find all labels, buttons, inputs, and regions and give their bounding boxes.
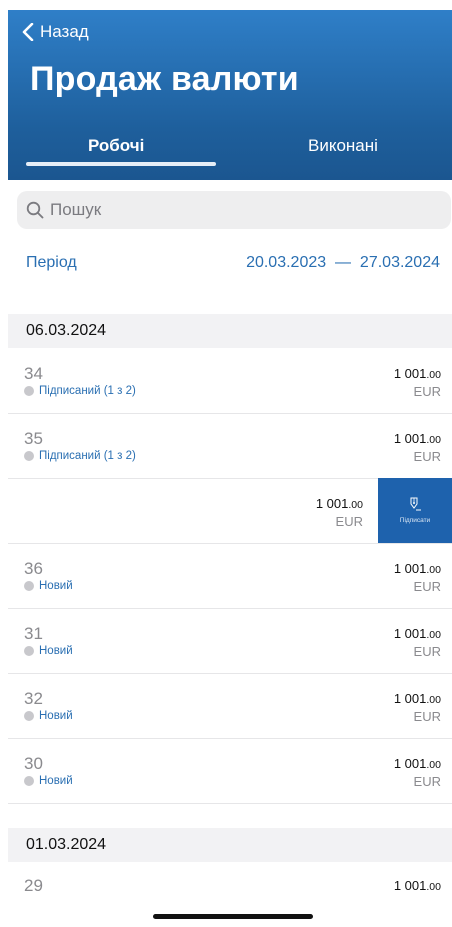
status-text: Новий: [39, 710, 73, 722]
list-item[interactable]: 30 Новий 1 001.00 EUR: [8, 738, 452, 804]
status-dot-icon: [24, 646, 34, 656]
item-currency: EUR: [413, 384, 441, 399]
amount-int: 1 001: [393, 561, 427, 576]
item-number: 34: [24, 364, 43, 383]
amount-dec: .00: [348, 499, 363, 511]
amount-int: 1 001: [393, 756, 427, 771]
item-currency: EUR: [413, 449, 441, 464]
page-title: Продаж валюти: [30, 60, 299, 98]
tab-indicator: [26, 162, 216, 166]
item-number: 29: [24, 876, 43, 895]
item-amount: 1 001.00: [394, 756, 441, 771]
item-currency: EUR: [413, 709, 441, 724]
section-date: 06.03.2024: [26, 322, 107, 339]
item-amount: 1 001.00: [394, 431, 441, 446]
item-status: Новий: [24, 580, 73, 592]
item-number: 35: [24, 429, 43, 448]
list-item[interactable]: 31 Новий 1 001.00 EUR: [8, 608, 452, 674]
status-dot-icon: [24, 451, 34, 461]
amount-int: 1 001: [393, 691, 427, 706]
item-number: 31: [24, 624, 43, 643]
list-item[interactable]: 36 Новий 1 001.00 EUR: [8, 543, 452, 609]
item-status: Новий: [24, 710, 73, 722]
amount-int: 1 001: [393, 366, 427, 381]
tab-completed[interactable]: Виконані: [308, 136, 378, 156]
status-text: Новий: [39, 645, 73, 657]
item-status: Підписаний (1 з 2): [24, 385, 136, 397]
pen-icon: [410, 497, 421, 511]
list-item-swiped[interactable]: 1 001.00 EUR Підписати: [8, 478, 452, 544]
home-indicator: [153, 914, 313, 919]
item-number: 36: [24, 559, 43, 578]
period-label[interactable]: Період: [26, 254, 77, 272]
sign-button[interactable]: Підписати: [378, 478, 452, 543]
search-input[interactable]: [48, 199, 432, 221]
amount-int: 1 001: [393, 626, 427, 641]
amount-dec: .00: [426, 759, 441, 771]
amount-dec: .00: [426, 694, 441, 706]
item-amount: 1 001.00: [316, 496, 363, 511]
item-currency: EUR: [413, 644, 441, 659]
status-text: Підписаний (1 з 2): [39, 385, 136, 397]
item-status: Новий: [24, 775, 73, 787]
item-status: Підписаний (1 з 2): [24, 450, 136, 462]
back-label: Назад: [40, 22, 89, 41]
item-currency: EUR: [413, 579, 441, 594]
section-date-header: 06.03.2024: [8, 314, 452, 348]
tab-working[interactable]: Робочі: [88, 136, 144, 156]
item-number: 30: [24, 754, 43, 773]
search-icon: [26, 201, 44, 219]
item-amount: 1 001.00: [394, 626, 441, 641]
status-dot-icon: [24, 711, 34, 721]
amount-dec: .00: [426, 434, 441, 446]
amount-int: 1 001: [315, 496, 349, 511]
item-amount: 1 001.00: [394, 561, 441, 576]
app-header: Назад Продаж валюти Робочі Виконані: [8, 10, 452, 180]
item-amount: 1 001.00: [394, 691, 441, 706]
item-status: Новий: [24, 645, 73, 657]
sign-label: Підписати: [399, 517, 431, 524]
amount-dec: .00: [426, 629, 441, 641]
amount-int: 1 001: [393, 431, 427, 446]
status-text: Підписаний (1 з 2): [39, 450, 136, 462]
amount-dec: .00: [426, 881, 441, 893]
item-currency: EUR: [413, 774, 441, 789]
item-number: 32: [24, 689, 43, 708]
status-text: Новий: [39, 775, 73, 787]
back-button[interactable]: Назад: [22, 22, 89, 42]
list-item[interactable]: 35 Підписаний (1 з 2) 1 001.00 EUR: [8, 413, 452, 479]
amount-dec: .00: [426, 564, 441, 576]
list-item[interactable]: 32 Новий 1 001.00 EUR: [8, 673, 452, 739]
period-range[interactable]: 20.03.2023 — 27.03.2024: [246, 254, 440, 272]
amount-dec: .00: [426, 369, 441, 381]
item-amount: 1 001.00: [394, 366, 441, 381]
status-dot-icon: [24, 386, 34, 396]
section-date: 01.03.2024: [26, 836, 107, 853]
status-dot-icon: [24, 581, 34, 591]
search-bar[interactable]: [17, 191, 451, 229]
item-currency: EUR: [335, 514, 363, 529]
item-amount: 1 001.00: [394, 878, 441, 893]
status-text: Новий: [39, 580, 73, 592]
section-date-header: 01.03.2024: [8, 828, 452, 862]
chevron-left-icon: [22, 23, 34, 41]
amount-int: 1 001: [393, 878, 427, 893]
status-dot-icon: [24, 776, 34, 786]
list-item[interactable]: 34 Підписаний (1 з 2) 1 001.00 EUR: [8, 348, 452, 414]
